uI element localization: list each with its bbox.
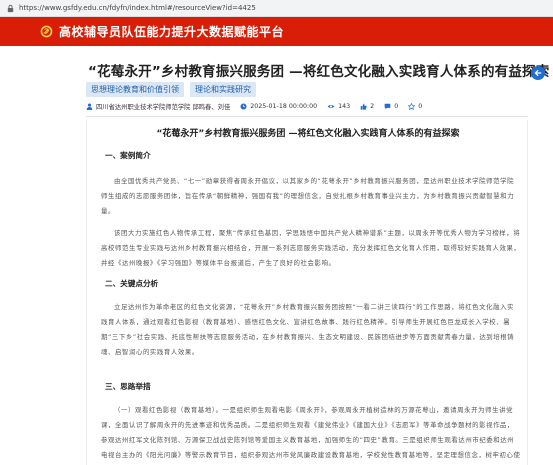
- tag-list: 思想理论教育和价值引领 理论和实践研究: [86, 82, 256, 97]
- author-info: 四川省达州职业技术学院师范学院 邱鸣春、刘佳: [86, 102, 230, 111]
- date-text: 2025-01-18 00:00:00: [250, 103, 318, 110]
- article-body: “花莓永开”乡村教育振兴服务团 —将红色文化融入实践育人体系的有益探索 一、案例…: [86, 120, 528, 465]
- tag-theory-practice[interactable]: 理论和实践研究: [190, 82, 256, 97]
- clock-icon: [240, 103, 247, 110]
- thumbs-up-icon: [360, 103, 367, 110]
- view-count: 143: [327, 103, 350, 110]
- likes-text: 2: [370, 103, 375, 110]
- paragraph: 立足达州作为革命老区的红色文化资源，“花萼永开”乡村教育振兴服务团按照“一看二讲…: [101, 303, 515, 356]
- paragraph: 该团大力实施红色人物传承工程，聚焦“传承红色基因，学思践悟中国共产党人精神谱系”…: [101, 229, 521, 267]
- back-button[interactable]: [531, 66, 545, 80]
- publish-date: 2025-01-18 00:00:00: [240, 103, 317, 110]
- paragraph: 由全国优秀共产党员、“七一”勋章获得者周永开倡议，以其家乡的“花萼永开”乡村教育…: [101, 177, 515, 215]
- comment-icon: [384, 103, 391, 110]
- favorites-text: 0: [418, 103, 423, 110]
- views-text: 143: [338, 103, 351, 110]
- article-heading: “花莓永开”乡村教育振兴服务团 —将红色文化融入实践育人体系的有益探索: [156, 129, 460, 139]
- star-icon: [408, 103, 416, 110]
- author-text: 四川省达州职业技术学院师范学院 邱鸣春、刘佳: [96, 104, 231, 111]
- meta-divider: [86, 116, 528, 117]
- section-title: 三、思路举措: [105, 382, 151, 391]
- site-header: 高校辅导员队伍能力提升大数据赋能平台: [0, 17, 553, 46]
- user-icon: [86, 103, 93, 110]
- comment-count[interactable]: 0: [384, 103, 398, 110]
- site-title[interactable]: 高校辅导员队伍能力提升大数据赋能平台: [59, 23, 284, 40]
- paragraph: （一）观看红色影视（教育基地）。一是组织师生观看电影《周永开》，参观周永开植树造…: [101, 406, 521, 459]
- article-meta: 四川省达州职业技术学院师范学院 邱鸣春、刘佳 2025-01-18 00:00:…: [86, 102, 432, 111]
- article-container: “花莓永开”乡村教育振兴服务团 —将红色文化融入实践育人体系的有益探索 思想理论…: [78, 46, 550, 465]
- browser-address-bar[interactable]: https://www.gsfdy.edu.cn/fdyfn/index.htm…: [0, 0, 553, 17]
- comments-text: 0: [394, 103, 399, 110]
- address-url[interactable]: https://www.gsfdy.edu.cn/fdyfn/index.htm…: [19, 4, 256, 12]
- like-count[interactable]: 2: [360, 103, 374, 110]
- tag-ideological-education[interactable]: 思想理论教育和价值引领: [86, 82, 184, 97]
- party-emblem-icon[interactable]: [40, 25, 53, 38]
- page-title: “花莓永开”乡村教育振兴服务团 —将红色文化融入实践育人体系的有益探索: [88, 64, 550, 80]
- section-title: 二、关键点分析: [105, 279, 159, 288]
- arrow-left-icon: [534, 69, 542, 77]
- eye-icon: [327, 104, 335, 109]
- favorite-count[interactable]: 0: [408, 103, 422, 110]
- lock-icon: [7, 4, 14, 12]
- section-title: 一、案例简介: [105, 151, 151, 160]
